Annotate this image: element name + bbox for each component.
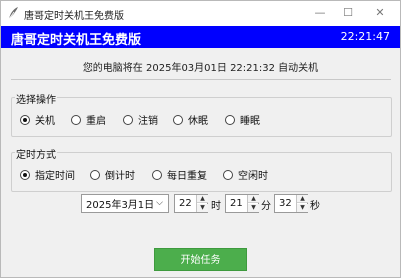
minute-spinner-arrows: ▲ ▼: [247, 195, 259, 212]
radio-specific-time[interactable]: 指定时间: [20, 167, 75, 182]
radio-sleep[interactable]: 睡眠: [225, 112, 260, 127]
operation-group: 选择操作 关机 重启 注销 休眠 睡眠: [11, 91, 392, 137]
start-task-button[interactable]: 开始任务: [154, 248, 247, 271]
radio-indicator: [71, 114, 81, 125]
chevron-down-icon[interactable]: ⌵: [156, 198, 163, 208]
window-title: 唐哥定时关机王免费版: [24, 11, 124, 22]
hour-value: 22: [179, 198, 192, 209]
minute-spinner[interactable]: 21 ▲ ▼: [225, 194, 259, 213]
second-spinner[interactable]: 32 ▲ ▼: [274, 194, 308, 213]
arrow-down-icon[interactable]: ▼: [248, 204, 259, 212]
radio-label: 注销: [138, 116, 158, 127]
radio-indicator: [223, 169, 233, 180]
timing-group-label: 定时方式: [15, 146, 57, 161]
radio-label: 睡眠: [240, 116, 260, 127]
radio-countdown[interactable]: 倒计时: [90, 167, 135, 182]
arrow-down-icon[interactable]: ▼: [297, 204, 308, 212]
hour-unit: 时: [211, 201, 221, 212]
radio-daily-repeat[interactable]: 每日重复: [152, 167, 207, 182]
app-window: 唐哥定时关机王免费版 — ☐ ✕ 唐哥定时关机王免费版 22:21:47 您的电…: [0, 0, 401, 278]
banner-title: 唐哥定时关机王免费版: [11, 33, 142, 48]
maximize-button[interactable]: ☐: [339, 5, 357, 21]
radio-logoff[interactable]: 注销: [123, 112, 158, 127]
radio-restart[interactable]: 重启: [71, 112, 106, 127]
radio-label: 指定时间: [35, 171, 75, 182]
radio-hibernate[interactable]: 休眠: [173, 112, 208, 127]
close-button[interactable]: ✕: [371, 5, 389, 21]
radio-indicator: [173, 114, 183, 125]
arrow-up-icon[interactable]: ▲: [297, 195, 308, 203]
hour-spinner[interactable]: 22 ▲ ▼: [174, 194, 208, 213]
arrow-up-icon[interactable]: ▲: [197, 195, 208, 203]
radio-label: 空闲时: [238, 171, 268, 182]
header-banner: 唐哥定时关机王免费版 22:21:47: [1, 26, 400, 48]
current-time: 22:21:47: [340, 30, 390, 43]
radio-indicator: [225, 114, 235, 125]
date-picker[interactable]: 2025年3月1日 ⌵: [81, 194, 169, 213]
divider: [11, 79, 391, 80]
minute-unit: 分: [261, 201, 271, 212]
radio-label: 倒计时: [105, 171, 135, 182]
radio-label: 休眠: [188, 116, 208, 127]
radio-indicator: [20, 169, 30, 180]
radio-shutdown[interactable]: 关机: [20, 112, 55, 127]
radio-idle[interactable]: 空闲时: [223, 167, 268, 182]
second-spinner-arrows: ▲ ▼: [296, 195, 308, 212]
radio-indicator: [152, 169, 162, 180]
second-unit: 秒: [310, 201, 320, 212]
timing-group: 定时方式 指定时间 倒计时 每日重复 空闲时: [11, 146, 392, 192]
arrow-up-icon[interactable]: ▲: [248, 195, 259, 203]
radio-label: 关机: [35, 116, 55, 127]
radio-label: 重启: [86, 116, 106, 127]
feather-icon: [7, 6, 19, 20]
radio-indicator: [123, 114, 133, 125]
radio-indicator: [20, 114, 30, 125]
second-value: 32: [279, 198, 292, 209]
title-bar: 唐哥定时关机王免费版 — ☐ ✕: [1, 1, 400, 26]
arrow-down-icon[interactable]: ▼: [197, 204, 208, 212]
shutdown-status: 您的电脑将在 2025年03月01日 22:21:32 自动关机: [82, 63, 319, 74]
date-value: 2025年3月1日: [86, 200, 155, 211]
minute-value: 21: [230, 198, 243, 209]
minimize-button[interactable]: —: [311, 5, 329, 21]
operation-group-label: 选择操作: [15, 91, 57, 106]
hour-spinner-arrows: ▲ ▼: [196, 195, 208, 212]
radio-indicator: [90, 169, 100, 180]
radio-label: 每日重复: [167, 171, 207, 182]
